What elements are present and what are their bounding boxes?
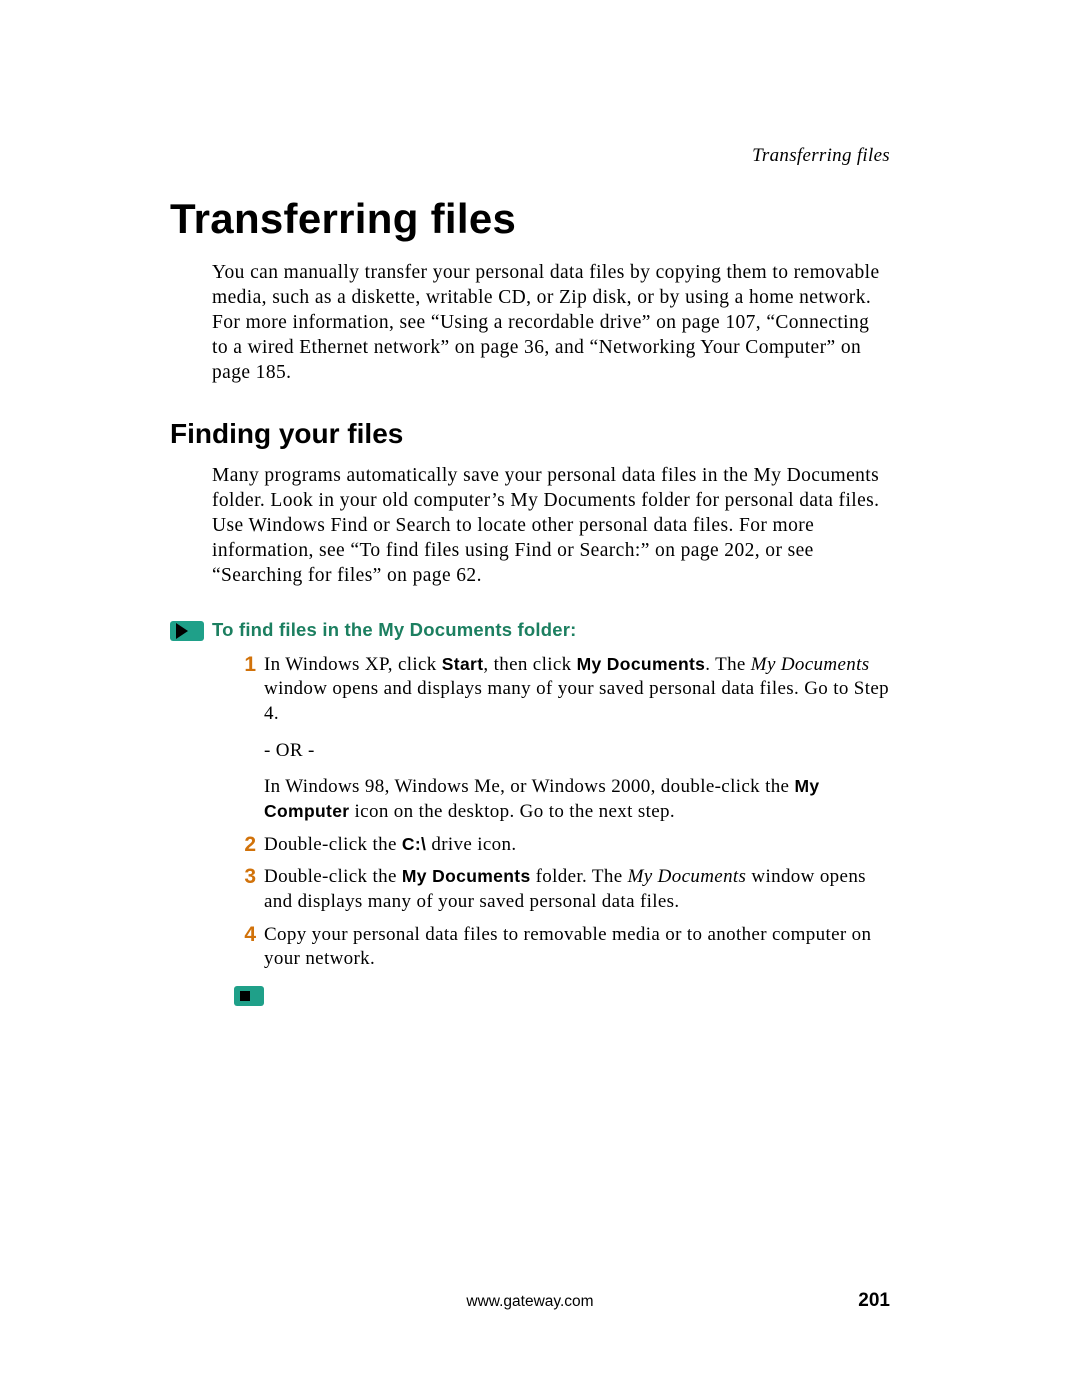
text: Copy your personal data files to removab… [264, 924, 871, 970]
text: In Windows XP, click [264, 654, 442, 675]
ui-label-start: Start [442, 654, 484, 674]
text: Double-click the [264, 866, 402, 887]
step-body: Double-click the My Documents folder. Th… [264, 865, 890, 914]
procedure-heading-row: To find files in the My Documents folder… [170, 619, 890, 641]
step-number: 1 [232, 653, 256, 676]
page-title: Transferring files [170, 195, 890, 243]
procedure-title: To find files in the My Documents folder… [212, 619, 577, 641]
text: window opens and displays many of your s… [264, 678, 889, 724]
text: folder. The [531, 866, 628, 887]
end-of-procedure-icon [234, 986, 264, 1006]
window-name: My Documents [628, 866, 747, 887]
footer-page-number: 201 [830, 1290, 890, 1312]
window-name: My Documents [751, 654, 870, 675]
page-footer: www.gateway.com 201 [170, 1290, 890, 1312]
step-4: 4 Copy your personal data files to remov… [232, 923, 890, 972]
procedure-arrow-icon [170, 619, 212, 641]
text: Double-click the [264, 834, 402, 855]
footer-url: www.gateway.com [230, 1293, 830, 1311]
text: . The [705, 654, 751, 675]
ui-label-my-documents: My Documents [577, 654, 706, 674]
step-2: 2 Double-click the C:\ drive icon. [232, 833, 890, 858]
or-separator: - OR - [264, 739, 890, 764]
step-body: Copy your personal data files to removab… [264, 923, 890, 972]
step-body: Double-click the C:\ drive icon. [264, 833, 890, 858]
intro-paragraph: You can manually transfer your personal … [212, 261, 890, 386]
step-number: 4 [232, 923, 256, 946]
text: icon on the desktop. Go to the next step… [349, 801, 675, 822]
text: , then click [483, 654, 576, 675]
step-number: 2 [232, 833, 256, 856]
page: Transferring files Transferring files Yo… [0, 0, 1080, 1397]
step-1: 1 In Windows XP, click Start, then click… [232, 653, 890, 825]
ui-label-my-documents: My Documents [402, 866, 531, 886]
ui-label-c-drive: C:\ [402, 834, 426, 854]
step-number: 3 [232, 865, 256, 888]
section-subtitle: Finding your files [170, 418, 890, 450]
sub-intro-paragraph: Many programs automatically save your pe… [212, 464, 890, 589]
running-head: Transferring files [752, 145, 890, 167]
text: In Windows 98, Windows Me, or Windows 20… [264, 776, 794, 797]
text: drive icon. [426, 834, 516, 855]
step-3: 3 Double-click the My Documents folder. … [232, 865, 890, 914]
step-body: In Windows XP, click Start, then click M… [264, 653, 890, 825]
steps-list: 1 In Windows XP, click Start, then click… [232, 653, 890, 973]
